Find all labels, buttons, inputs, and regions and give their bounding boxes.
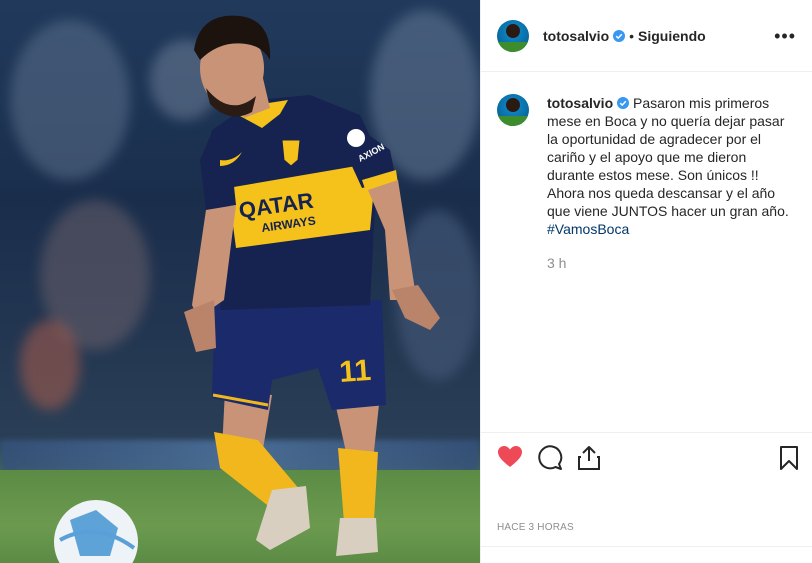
follow-status-button[interactable]: Siguiendo (638, 28, 706, 44)
caption-username-link[interactable]: totosalvio (547, 95, 613, 111)
verified-badge-icon (613, 29, 626, 42)
post-details-panel: totosalvio • Siguiendo ••• totosalvio Pa… (480, 0, 812, 563)
comment-icon[interactable] (537, 445, 563, 471)
caption-area: totosalvio Pasaron mis primeros mese en … (481, 72, 812, 271)
username-link[interactable]: totosalvio (543, 28, 609, 44)
post-photo[interactable]: QATAR AIRWAYS AXION 11 (0, 0, 480, 563)
bookmark-icon[interactable] (779, 445, 799, 471)
shorts-number: 11 (338, 354, 372, 389)
heart-icon[interactable] (497, 445, 523, 469)
caption-text: Pasaron mis primeros mese en Boca y no q… (547, 95, 789, 219)
relative-time[interactable]: 3 h (547, 255, 796, 271)
avatar[interactable] (497, 94, 529, 126)
player-illustration: QATAR AIRWAYS AXION 11 (54, 15, 440, 563)
post-header: totosalvio • Siguiendo ••• (481, 0, 812, 72)
avatar[interactable] (497, 19, 529, 52)
separator-dot: • (629, 27, 635, 44)
divider (481, 546, 812, 547)
caption-body: totosalvio Pasaron mis primeros mese en … (547, 94, 796, 271)
hashtag-link[interactable]: #VamosBoca (547, 220, 796, 238)
caption: totosalvio Pasaron mis primeros mese en … (547, 94, 796, 238)
action-bar (481, 432, 812, 486)
more-options-icon[interactable]: ••• (774, 27, 796, 45)
share-icon[interactable] (577, 445, 601, 471)
verified-badge-icon (617, 97, 630, 109)
timestamp[interactable]: HACE 3 HORAS (497, 522, 574, 533)
